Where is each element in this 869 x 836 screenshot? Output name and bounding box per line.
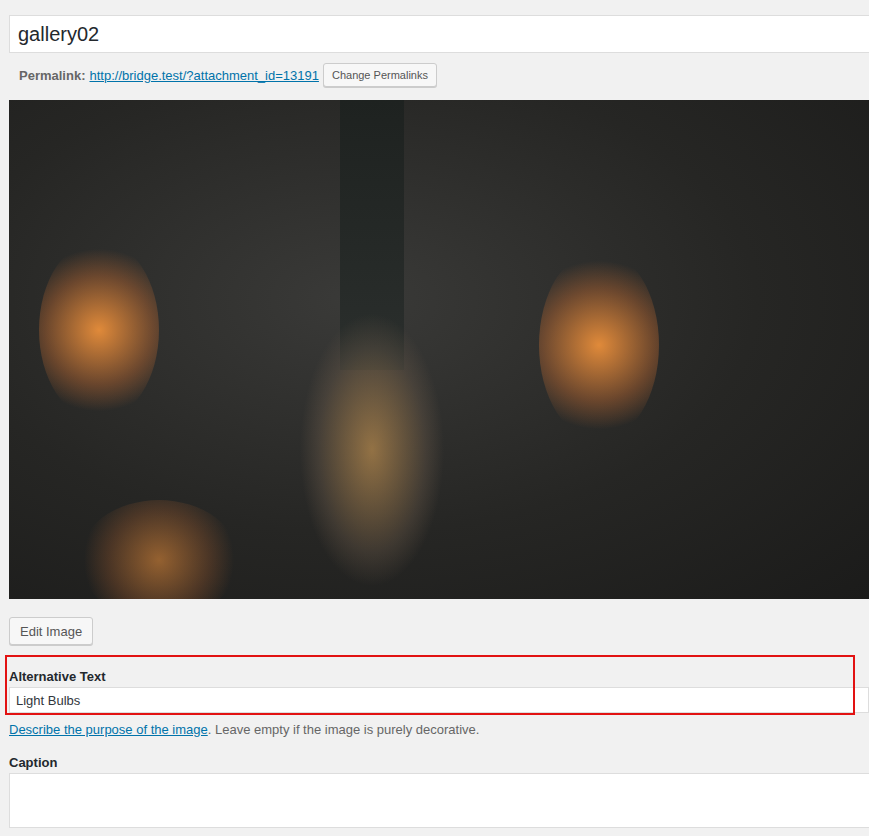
- alt-text-field: Alternative Text: [9, 668, 869, 713]
- caption-field: Caption: [9, 754, 869, 828]
- attachment-edit-page: Permalink: http://bridge.test/?attachmen…: [0, 0, 860, 828]
- alt-text-input[interactable]: [9, 687, 869, 713]
- attachment-image: [9, 100, 869, 599]
- permalink-link[interactable]: http://bridge.test/?attachment_id=13191: [89, 68, 318, 83]
- caption-textarea[interactable]: [9, 773, 869, 828]
- bokeh-light: [39, 240, 159, 420]
- permalink-label: Permalink:: [19, 68, 85, 83]
- alt-text-label: Alternative Text: [9, 668, 869, 685]
- permalink-row: Permalink: http://bridge.test/?attachmen…: [9, 62, 437, 88]
- highlight-box: [5, 655, 855, 715]
- change-permalinks-button[interactable]: Change Permalinks: [323, 63, 437, 87]
- help-link[interactable]: Describe the purpose of the image: [9, 722, 208, 737]
- caption-label: Caption: [9, 754, 869, 771]
- bokeh-light: [539, 250, 659, 440]
- title-input[interactable]: [9, 15, 869, 53]
- bulb-shape: [277, 100, 467, 599]
- alt-text-help: Describe the purpose of the image. Leave…: [9, 721, 479, 738]
- edit-image-button[interactable]: Edit Image: [9, 617, 93, 645]
- help-text: . Leave empty if the image is purely dec…: [208, 722, 480, 737]
- bokeh-light: [79, 500, 239, 599]
